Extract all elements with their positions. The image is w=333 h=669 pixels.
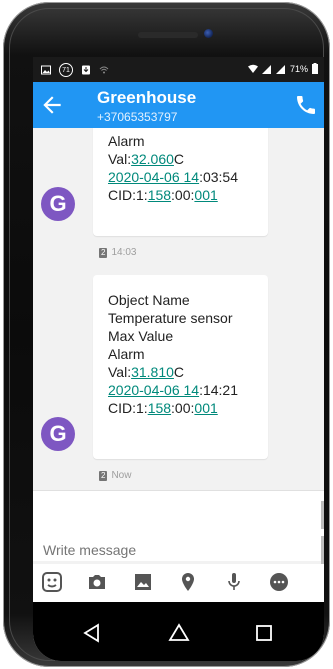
message-line: CID:1:158:00:001 xyxy=(108,399,268,417)
number-link[interactable]: 32.060 xyxy=(131,151,174,167)
message-line: 2020-04-06 14:03:54 xyxy=(108,168,268,186)
avatar-letter: G xyxy=(49,191,67,216)
image-notification-icon xyxy=(41,65,51,75)
message-text: C xyxy=(173,151,185,167)
system-navigation-bar xyxy=(33,602,324,661)
sticker-icon[interactable] xyxy=(41,571,63,593)
message-line: Temperature sensor xyxy=(108,310,233,326)
number-link[interactable]: 158 xyxy=(148,400,171,416)
date-link[interactable]: 2020-04-06 14 xyxy=(108,169,199,185)
message-line: Alarm xyxy=(108,133,145,149)
message-line: Max Value xyxy=(108,328,174,344)
sim-badge: 2 xyxy=(99,470,108,481)
message-input[interactable]: Write message xyxy=(43,542,136,558)
home-icon[interactable] xyxy=(168,622,190,644)
number-link[interactable]: 001 xyxy=(194,400,217,416)
battery-percent: 71% xyxy=(289,63,308,74)
message-line: 2020-04-06 14:14:21 xyxy=(108,381,268,399)
message-text: CID:1: xyxy=(108,187,148,203)
wifi-icon xyxy=(99,66,109,74)
message-time: Now xyxy=(111,470,132,481)
scrollbar[interactable] xyxy=(321,501,324,529)
message-line: Alarm xyxy=(108,346,145,362)
message-text: C xyxy=(173,364,185,380)
conversation-phone-number: +37065353797 xyxy=(97,110,178,124)
camera-icon[interactable] xyxy=(86,571,108,593)
message-text: :03:54 xyxy=(199,169,239,185)
phone-frame: 71 71% Greenhouse +37065353797 Alarm Val… xyxy=(3,2,330,667)
attachment-toolbar xyxy=(33,564,324,602)
battery-icon xyxy=(312,63,318,74)
gallery-icon[interactable] xyxy=(132,571,154,593)
avatar-letter: G xyxy=(49,421,67,446)
message-list[interactable]: Alarm Val:32.060C 2020-04-06 14:03:54 CI… xyxy=(33,128,324,490)
earpiece-speaker xyxy=(138,32,198,38)
more-icon[interactable] xyxy=(268,571,290,593)
avatar[interactable]: G xyxy=(41,417,75,451)
microphone-icon[interactable] xyxy=(223,571,245,593)
cell-signal-icon xyxy=(261,64,271,74)
date-link[interactable]: 2020-04-06 14 xyxy=(108,382,199,398)
message-bubble[interactable]: Object Name Temperature sensor Max Value… xyxy=(93,275,268,459)
message-line: Val:31.810C xyxy=(108,363,268,381)
message-text: Val: xyxy=(108,364,132,380)
message-text: :00: xyxy=(171,400,195,416)
location-icon[interactable] xyxy=(177,571,199,593)
message-text: :14:21 xyxy=(199,382,239,398)
number-link[interactable]: 158 xyxy=(148,187,171,203)
compose-area: Write message xyxy=(33,490,324,564)
call-icon[interactable] xyxy=(294,93,318,117)
status-bar: 71 71% xyxy=(33,57,324,82)
message-text: Val: xyxy=(108,151,132,167)
screen: 71 71% Greenhouse +37065353797 Alarm Val… xyxy=(33,57,324,661)
wifi-signal-icon xyxy=(247,64,258,73)
avatar[interactable]: G xyxy=(41,187,75,221)
scrollbar[interactable] xyxy=(321,536,324,564)
message-line: Val:32.060C xyxy=(108,150,268,168)
download-icon xyxy=(82,65,90,75)
cell-signal-2-icon xyxy=(275,64,285,74)
message-line: CID:1:158:00:001 xyxy=(108,186,268,204)
front-camera xyxy=(204,29,213,38)
recents-icon[interactable] xyxy=(253,622,275,644)
message-bubble[interactable]: Alarm Val:32.060C 2020-04-06 14:03:54 CI… xyxy=(93,128,268,236)
message-time: 14:03 xyxy=(111,247,137,258)
message-meta: 2 Now xyxy=(99,470,131,481)
message-text: :00: xyxy=(171,187,195,203)
conversation-title: Greenhouse xyxy=(97,88,197,107)
message-meta: 2 14:03 xyxy=(99,247,136,258)
back-arrow-icon[interactable] xyxy=(39,92,65,118)
number-link[interactable]: 31.810 xyxy=(131,364,174,380)
app-bar: Greenhouse +37065353797 xyxy=(33,82,324,128)
back-triangle-icon[interactable] xyxy=(81,622,103,644)
message-text: CID:1: xyxy=(108,400,148,416)
notification-count-badge: 71 xyxy=(59,63,73,77)
message-line: Object Name xyxy=(108,292,190,308)
number-link[interactable]: 001 xyxy=(194,187,217,203)
sim-badge: 2 xyxy=(99,247,108,258)
